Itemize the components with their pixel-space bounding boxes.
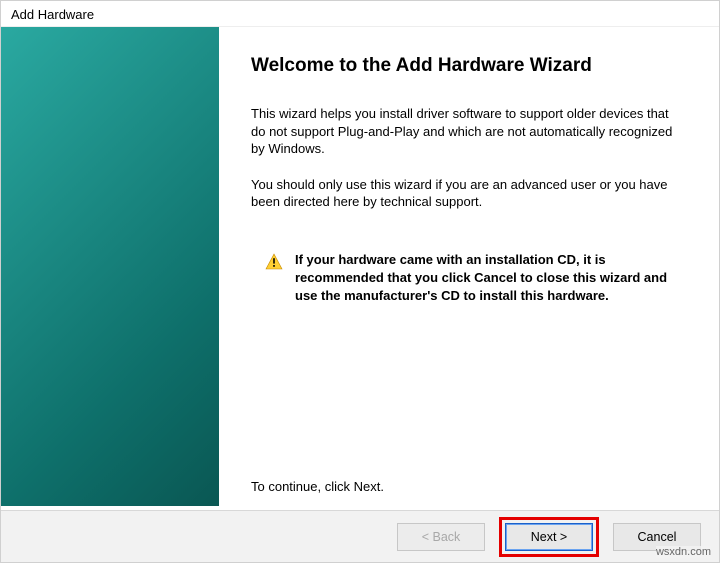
wizard-side-graphic — [1, 27, 219, 506]
back-button: < Back — [397, 523, 485, 551]
wizard-warning-text: If your hardware came with an installati… — [295, 251, 677, 305]
wizard-continue-hint: To continue, click Next. — [251, 479, 683, 494]
next-button-highlight: Next > — [499, 517, 599, 557]
wizard-button-bar: < Back Next > Cancel — [1, 510, 719, 562]
wizard-intro-paragraph-1: This wizard helps you install driver sof… — [251, 105, 683, 158]
wizard-main-panel: Welcome to the Add Hardware Wizard This … — [219, 27, 719, 506]
warning-icon — [265, 253, 283, 271]
wizard-body: Welcome to the Add Hardware Wizard This … — [1, 26, 719, 506]
wizard-heading: Welcome to the Add Hardware Wizard — [251, 55, 683, 77]
window-title: Add Hardware — [1, 1, 719, 26]
next-button[interactable]: Next > — [505, 523, 593, 551]
cancel-button[interactable]: Cancel — [613, 523, 701, 551]
wizard-intro-paragraph-2: You should only use this wizard if you a… — [251, 176, 683, 211]
wizard-warning-notice: If your hardware came with an installati… — [251, 251, 683, 305]
